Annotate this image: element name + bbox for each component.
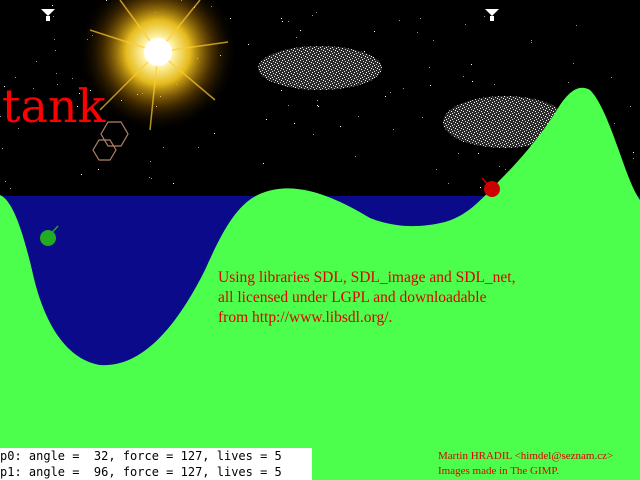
- star: [54, 39, 55, 40]
- star: [150, 161, 151, 162]
- star: [499, 166, 500, 167]
- star: [484, 16, 485, 17]
- star: [614, 123, 615, 124]
- star: [478, 153, 479, 154]
- star: [296, 37, 297, 38]
- star: [576, 25, 577, 26]
- author-credits: Martin HRADIL <himdel@seznam.cz> Images …: [438, 449, 613, 479]
- star: [436, 169, 437, 170]
- star: [282, 21, 283, 22]
- star: [403, 88, 404, 89]
- star: [149, 177, 150, 178]
- star: [433, 40, 434, 41]
- star: [633, 158, 634, 159]
- star: [422, 117, 423, 118]
- star: [248, 44, 249, 45]
- star: [399, 20, 400, 21]
- game-title: tank: [2, 79, 106, 133]
- star: [420, 18, 421, 19]
- star: [56, 73, 57, 74]
- star: [294, 123, 295, 124]
- star: [281, 90, 282, 91]
- star: [317, 105, 318, 106]
- credits-line: from http://www.libsdl.org/.: [218, 309, 393, 326]
- star: [288, 21, 289, 22]
- star: [2, 148, 3, 149]
- star: [281, 18, 282, 19]
- credits-text: Using libraries SDL, SDL_image and SDL_n…: [218, 268, 618, 328]
- star: [52, 5, 53, 6]
- star: [463, 76, 464, 77]
- star: [531, 40, 532, 41]
- star: [417, 32, 418, 33]
- star: [340, 126, 341, 127]
- star: [53, 16, 54, 17]
- star: [568, 82, 569, 83]
- star: [429, 67, 430, 68]
- star: [465, 24, 466, 25]
- star: [385, 96, 386, 97]
- gimp-credit: Images made in The GIMP.: [438, 465, 560, 477]
- star: [263, 163, 264, 164]
- star: [358, 116, 359, 117]
- star: [430, 85, 431, 86]
- star: [471, 64, 472, 65]
- star: [448, 183, 449, 184]
- star: [214, 133, 215, 134]
- game-scene[interactable]: [0, 0, 640, 480]
- star: [266, 119, 267, 120]
- star: [633, 152, 634, 153]
- star: [573, 63, 574, 64]
- star: [81, 174, 82, 175]
- author-name: Martin HRADIL <himdel@seznam.cz>: [438, 450, 614, 462]
- star: [173, 183, 174, 184]
- star: [151, 178, 152, 179]
- star: [36, 61, 37, 62]
- star: [318, 106, 319, 107]
- star: [312, 15, 313, 16]
- cloud-icon: [258, 46, 382, 90]
- star: [531, 42, 532, 43]
- star: [458, 153, 459, 154]
- star: [374, 31, 375, 32]
- credits-line: all licensed under LGPL and downloadable: [218, 289, 487, 306]
- star: [316, 12, 317, 13]
- star: [630, 106, 631, 107]
- credits-line: Using libraries SDL, SDL_image and SDL_n…: [218, 269, 516, 286]
- star: [494, 84, 495, 85]
- star: [317, 100, 318, 101]
- player-status-panel: p0: angle = 32, force = 127, lives = 5 p…: [0, 448, 312, 480]
- star: [5, 181, 6, 182]
- star: [288, 105, 289, 106]
- star: [198, 147, 199, 148]
- star: [390, 92, 391, 93]
- star: [313, 134, 314, 135]
- star: [98, 169, 99, 170]
- star: [472, 81, 473, 82]
- star: [355, 156, 356, 157]
- star: [393, 129, 394, 130]
- star: [15, 77, 16, 78]
- star: [364, 51, 365, 52]
- star: [55, 50, 56, 51]
- player-1-status: p1: angle = 96, force = 127, lives = 5: [0, 465, 282, 479]
- star: [10, 188, 11, 189]
- star: [300, 30, 301, 31]
- star: [611, 77, 612, 78]
- star: [480, 187, 481, 188]
- player-0-status: p0: angle = 32, force = 127, lives = 5: [0, 449, 282, 463]
- star: [163, 147, 164, 148]
- star: [505, 169, 506, 170]
- star: [0, 116, 1, 117]
